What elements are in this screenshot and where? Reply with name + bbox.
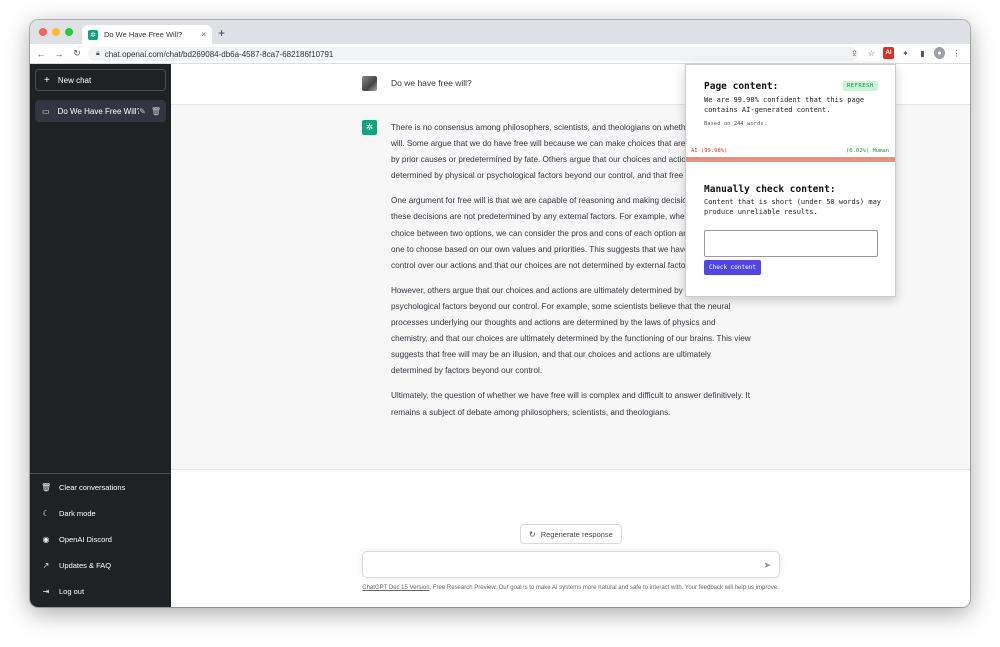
sidebar-bottom-menu: 🗑︎ Clear conversations ☾ Dark mode ◉ Ope…	[30, 473, 171, 604]
moon-icon: ☾	[42, 508, 50, 518]
browser-toolbar: ← → ↻ 🔒︎ chat.openai.com/chat/bd269084-d…	[30, 44, 970, 64]
regenerate-response-button[interactable]: ↻ Regenerate response	[520, 524, 622, 544]
updates-faq-link[interactable]: ↗ Updates & FAQ	[30, 552, 171, 578]
address-bar[interactable]: 🔒︎ chat.openai.com/chat/bd269084-db6a-45…	[88, 47, 858, 61]
browser-window: ✲ Do We Have Free Will? × + ← → ↻ 🔒︎ cha…	[30, 20, 970, 607]
trash-icon: 🗑︎	[41, 482, 52, 492]
openai-discord-label: OpenAI Discord	[59, 534, 112, 544]
human-percentage-label: (0.02%) Human	[845, 148, 889, 154]
manual-check-text: Content that is short (under 50 words) m…	[704, 198, 882, 216]
openai-favicon-icon: ✲	[88, 29, 98, 40]
user-avatar	[362, 76, 377, 91]
new-chat-label: New chat	[57, 75, 92, 85]
browser-tab[interactable]: ✲ Do We Have Free Will? ×	[82, 25, 212, 44]
openai-logo-icon: ✲	[362, 120, 377, 135]
new-chat-button[interactable]: + New chat	[35, 69, 166, 91]
confidence-text: We are 99.98% confident that this page c…	[704, 96, 865, 114]
plus-icon: +	[44, 74, 50, 86]
regenerate-label: Regenerate response	[540, 529, 613, 539]
manual-check-textarea[interactable]	[704, 230, 878, 257]
ai-human-bar	[686, 157, 895, 162]
ai-detector-extension-icon[interactable]: AI	[883, 47, 894, 59]
chat-bubble-icon: ▭	[42, 106, 50, 116]
ai-detector-popup: Page content: REFRESH We are 99.98% conf…	[685, 64, 896, 297]
bookmark-star-icon[interactable]: ☆	[866, 47, 877, 59]
side-panel-icon[interactable]: ▮	[917, 47, 928, 59]
log-out-button[interactable]: ⇥ Log out	[30, 578, 171, 604]
profile-avatar-icon[interactable]: ●	[934, 47, 945, 59]
updates-faq-label: Updates & FAQ	[59, 560, 112, 570]
user-message-text: Do we have free will?	[391, 78, 472, 88]
message-input[interactable]: ➤	[362, 551, 780, 578]
reload-icon[interactable]: ↻	[70, 48, 84, 59]
send-icon[interactable]: ➤	[763, 560, 771, 571]
tab-strip: ✲ Do We Have Free Will? × +	[30, 20, 970, 44]
new-tab-button[interactable]: +	[218, 26, 225, 40]
ai-bar-fill	[686, 157, 895, 162]
tab-close-icon[interactable]: ×	[201, 30, 206, 39]
minimize-window-button[interactable]	[52, 28, 60, 36]
manual-check-title: Manually check content:	[704, 184, 836, 195]
openai-discord-link[interactable]: ◉ OpenAI Discord	[30, 526, 171, 552]
sidebar: + New chat ▭ Do We Have Free Will? ✎ 🗑︎ …	[30, 64, 171, 607]
share-icon[interactable]: ⇪	[849, 47, 860, 59]
extensions-puzzle-icon[interactable]: ✦	[900, 47, 911, 59]
ai-percentage-label: AI (99.98%)	[691, 148, 728, 154]
toolbar-icons: ⇪ ☆ AI ✦ ▮ ● ⋮	[849, 47, 962, 59]
dark-mode-label: Dark mode	[59, 508, 96, 518]
maximize-window-button[interactable]	[65, 28, 73, 36]
conversation-item[interactable]: ▭ Do We Have Free Will? ✎ 🗑︎	[35, 100, 166, 122]
external-link-icon: ↗	[42, 560, 50, 570]
conversation-title: Do We Have Free Will?	[57, 106, 140, 116]
check-content-button[interactable]: Check content	[704, 260, 761, 275]
url-text: chat.openai.com/chat/bd269084-db6a-4587-…	[104, 49, 334, 59]
discord-icon: ◉	[42, 534, 50, 544]
version-link[interactable]: ChatGPT Dec 15 Version	[362, 585, 429, 591]
page-content-title: Page content:	[704, 81, 779, 92]
back-icon[interactable]: ←	[34, 49, 48, 59]
forward-icon[interactable]: →	[52, 49, 66, 59]
edit-pencil-icon[interactable]: ✎	[139, 107, 146, 116]
footer-text: . Free Research Preview. Our goal is to …	[429, 585, 779, 591]
dark-mode-button[interactable]: ☾ Dark mode	[30, 500, 171, 526]
word-count-text: Based on 244 words.	[704, 121, 767, 127]
close-window-button[interactable]	[39, 28, 47, 36]
clear-conversations-label: Clear conversations	[59, 482, 126, 492]
more-menu-icon[interactable]: ⋮	[951, 47, 962, 59]
footer-disclaimer: ChatGPT Dec 15 Version. Free Research Pr…	[171, 585, 970, 591]
tab-title: Do We Have Free Will?	[104, 30, 183, 39]
clear-conversations-button[interactable]: 🗑︎ Clear conversations	[30, 474, 171, 500]
lock-icon[interactable]: 🔒︎	[96, 50, 100, 58]
logout-icon: ⇥	[42, 586, 50, 596]
assistant-paragraph: Ultimately, the question of whether we h…	[391, 391, 751, 417]
log-out-label: Log out	[59, 586, 85, 596]
delete-trash-icon[interactable]: 🗑︎	[151, 107, 161, 116]
assistant-paragraph: However, others argue that our choices a…	[391, 285, 751, 376]
refresh-icon: ↻	[529, 529, 536, 539]
refresh-button[interactable]: REFRESH	[843, 81, 878, 91]
